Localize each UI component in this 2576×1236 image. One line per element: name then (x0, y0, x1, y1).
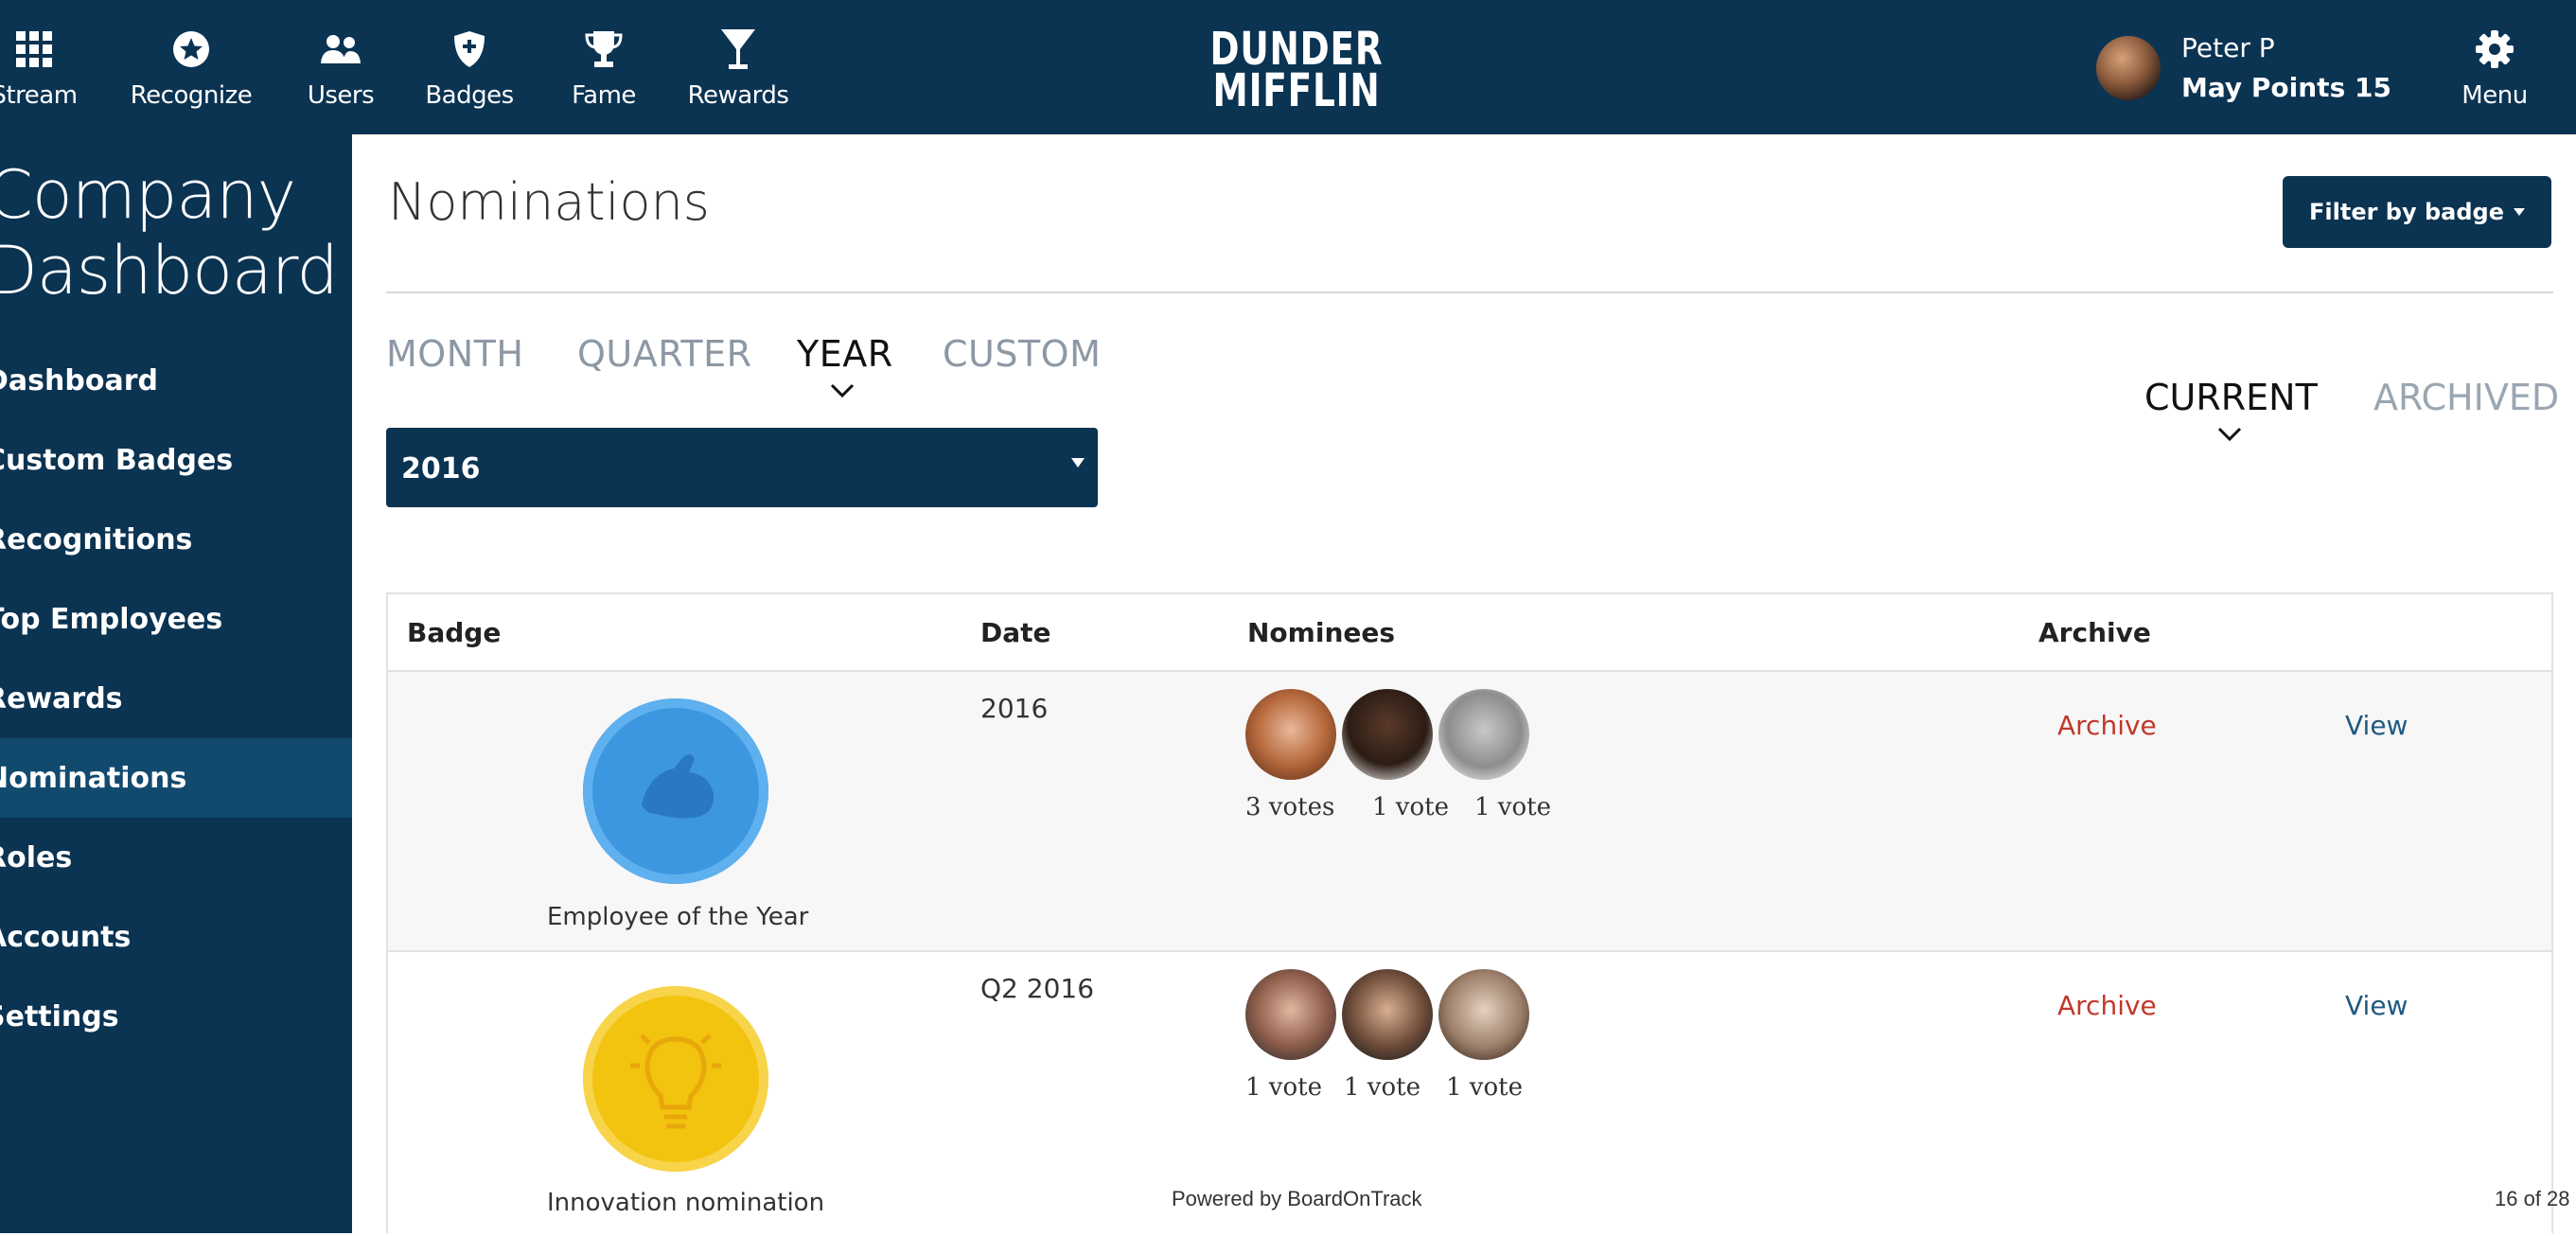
dunder-mifflin-logo: DUNDER MIFFLIN (1205, 26, 1389, 117)
users-icon (320, 25, 362, 74)
menu-button[interactable]: Menu (2447, 0, 2542, 134)
nav-users[interactable]: Users (303, 0, 379, 134)
nominations-table: Badge Date Nominees Archive Employee of … (386, 592, 2553, 1236)
nominee-avatar[interactable] (1438, 969, 1529, 1060)
cocktail-icon (720, 25, 756, 74)
sidebar: Company Dashboard Dashboard Custom Badge… (0, 134, 352, 1233)
nominee-avatar[interactable] (1438, 689, 1529, 780)
sidebar-item-label: Recognitions (0, 522, 193, 556)
trophy-icon (584, 25, 624, 74)
nav-fame[interactable]: Fame (566, 0, 642, 134)
year-select[interactable]: 2016 (386, 428, 1098, 507)
powered-by-footer: Powered by BoardOnTrack (1172, 1187, 1422, 1210)
nav-label: Stream (0, 81, 78, 110)
filter-label: Filter by badge (2309, 199, 2504, 225)
gear-icon (2476, 25, 2514, 74)
sidebar-item-label: Accounts (0, 920, 132, 954)
sidebar-item-label: Top Employees (0, 602, 223, 636)
nominee-avatar[interactable] (1245, 969, 1336, 1060)
sidebar-item-roles[interactable]: Roles (0, 818, 352, 897)
nominee-avatar[interactable] (1245, 689, 1336, 780)
menu-label: Menu (2461, 81, 2528, 110)
nav-label: Fame (572, 81, 636, 110)
sidebar-item-settings[interactable]: Settings (0, 977, 352, 1056)
nominee-avatar[interactable] (1342, 689, 1433, 780)
sidebar-item-nominations[interactable]: Nominations (0, 738, 352, 818)
sidebar-item-label: Settings (0, 999, 119, 1033)
sidebar-item-top-employees[interactable]: Top Employees (0, 579, 352, 659)
archive-link[interactable]: Archive (2057, 990, 2157, 1021)
page-number: 16 of 28 (2495, 1187, 2570, 1210)
star-circle-icon (172, 25, 210, 74)
avatar[interactable] (2096, 36, 2161, 100)
sidebar-title-line-1: Company (0, 156, 296, 234)
nav-rewards[interactable]: Rewards (681, 0, 795, 134)
sidebar-item-recognitions[interactable]: Recognitions (0, 500, 352, 579)
user-name[interactable]: Peter P (2181, 32, 2275, 63)
table-header: Badge Date Nominees Archive (388, 594, 2551, 672)
column-header-date: Date (980, 617, 1051, 648)
table-row: Employee of the Year 2016 3 votes 1 vote… (388, 672, 2551, 952)
sidebar-item-label: Custom Badges (0, 443, 234, 477)
sidebar-item-accounts[interactable]: Accounts (0, 897, 352, 977)
brand-line-2: MIFFLIN (1212, 64, 1381, 117)
view-link[interactable]: View (2345, 990, 2408, 1021)
column-header-badge: Badge (407, 617, 502, 648)
vote-count: 1 vote (1474, 793, 1551, 821)
lightbulb-icon (583, 986, 768, 1172)
sidebar-title-line-2: Dashboard (0, 232, 339, 309)
filter-by-badge-button[interactable]: Filter by badge (2283, 176, 2551, 248)
flexed-arm-icon (583, 698, 768, 884)
vote-count: 1 vote (1372, 793, 1449, 821)
archive-link[interactable]: Archive (2057, 710, 2157, 741)
vote-count: 1 vote (1344, 1073, 1420, 1102)
sidebar-title: Company Dashboard (0, 156, 339, 309)
tab-year[interactable]: YEAR (797, 333, 893, 375)
nav-badges[interactable]: Badges (422, 0, 517, 134)
nominee-avatar[interactable] (1342, 969, 1433, 1060)
tab-archived[interactable]: ARCHIVED (2373, 377, 2559, 418)
nav-label: Users (307, 81, 375, 110)
sidebar-item-rewards[interactable]: Rewards (0, 659, 352, 738)
badge-name: Innovation nomination (547, 1189, 825, 1217)
sidebar-item-custom-badges[interactable]: Custom Badges (0, 420, 352, 500)
nav-label: Rewards (687, 81, 789, 110)
sidebar-item-label: Rewards (0, 681, 123, 715)
sidebar-item-label: Nominations (0, 761, 187, 795)
sidebar-item-dashboard[interactable]: Dashboard (0, 341, 352, 420)
page-title: Nominations (388, 172, 710, 232)
tab-month[interactable]: MONTH (386, 333, 523, 375)
nav-label: Badges (425, 81, 514, 110)
nav-recognize[interactable]: Recognize (130, 0, 253, 134)
sidebar-item-label: Roles (0, 840, 73, 874)
grid-icon (16, 25, 52, 74)
user-points: May Points 15 (2181, 72, 2391, 103)
top-nav-bar: Stream Recognize Users Badges Fame Rewar… (0, 0, 2576, 134)
sidebar-item-label: Dashboard (0, 363, 158, 397)
caret-down-icon (1071, 458, 1085, 468)
table-row: Innovation nomination Q2 2016 1 vote 1 v… (388, 952, 2551, 1236)
badge-name: Employee of the Year (547, 903, 809, 931)
tab-current[interactable]: CURRENT (2144, 377, 2318, 418)
nomination-date: Q2 2016 (980, 973, 1095, 1004)
vote-count: 1 vote (1245, 1073, 1322, 1102)
nomination-date: 2016 (980, 693, 1049, 724)
tab-custom[interactable]: CUSTOM (943, 333, 1101, 375)
view-link[interactable]: View (2345, 710, 2408, 741)
chevron-down-icon (830, 383, 855, 398)
caret-down-icon (2513, 208, 2525, 216)
shield-icon (453, 25, 485, 74)
chevron-down-icon (2217, 427, 2242, 442)
nav-stream[interactable]: Stream (0, 0, 78, 134)
divider (386, 291, 2553, 293)
year-select-value: 2016 (401, 452, 481, 486)
vote-count: 3 votes (1245, 793, 1335, 821)
column-header-archive: Archive (2038, 617, 2151, 648)
column-header-nominees: Nominees (1247, 617, 1396, 648)
tab-quarter[interactable]: QUARTER (577, 333, 751, 375)
vote-count: 1 vote (1446, 1073, 1523, 1102)
nav-label: Recognize (130, 81, 253, 110)
